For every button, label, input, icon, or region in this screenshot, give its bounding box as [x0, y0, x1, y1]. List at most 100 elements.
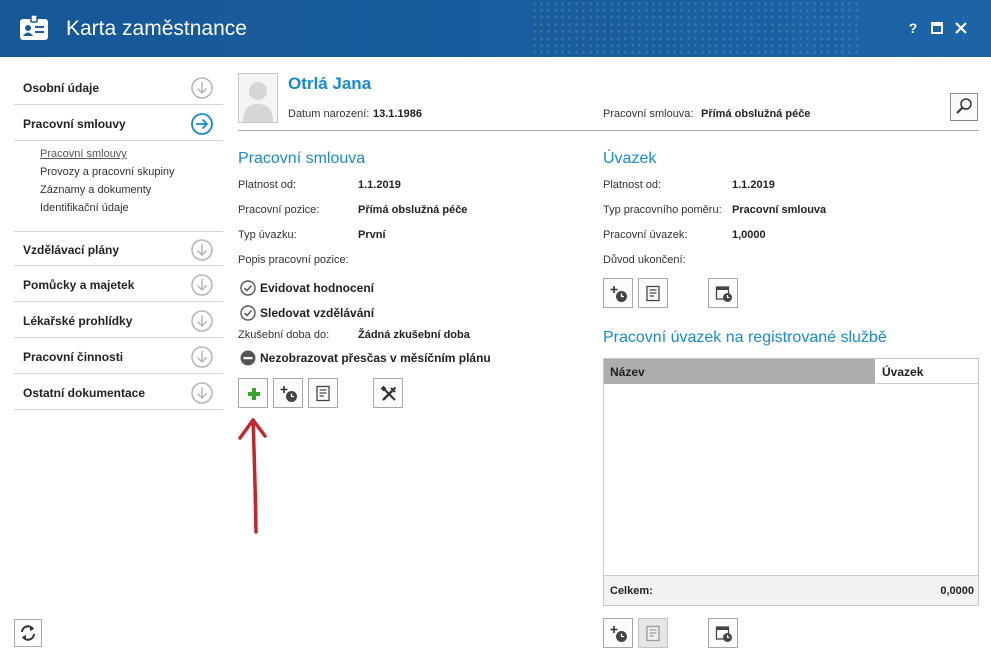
- birth-date-label: Datum narození:: [288, 108, 370, 120]
- contract-valid-from-label: Platnost od:: [238, 179, 297, 191]
- edit-contract-button[interactable]: [308, 378, 338, 408]
- column-header-load[interactable]: Úvazek: [876, 359, 978, 384]
- contract-section-title: Pracovní smlouva: [238, 150, 366, 167]
- title-bar: Karta zaměstnance ?: [0, 0, 991, 57]
- work-load-label: Pracovní úvazek:: [603, 229, 688, 241]
- add-contract-button[interactable]: [238, 378, 268, 408]
- arrow-down-circle-icon[interactable]: [191, 310, 213, 332]
- workload-type-label: Typ úvazku:: [238, 229, 297, 241]
- evaluation-label: Evidovat hodnocení: [260, 281, 375, 295]
- header-divider: [238, 130, 979, 131]
- tools-icon: [380, 385, 397, 401]
- maximize-icon: [931, 22, 943, 34]
- registered-service-table: Název Úvazek Celkem: 0,0000: [603, 358, 979, 606]
- arrow-down-circle-icon[interactable]: [191, 274, 213, 296]
- arrow-down-circle-icon[interactable]: [191, 346, 213, 368]
- minus-circle-icon: [240, 350, 256, 366]
- sidebar-item-ostatni[interactable]: Ostatní dokumentace: [14, 375, 223, 410]
- edit-registered-button[interactable]: [638, 618, 668, 648]
- subnav-provozy[interactable]: Provozy a pracovní skupiny: [40, 166, 175, 178]
- subnav-pracovni-smlouvy[interactable]: Pracovní smlouvy: [40, 148, 127, 160]
- sidebar-item-pracovni-smlouvy[interactable]: Pracovní smlouvy: [14, 106, 223, 141]
- termination-reason-label: Důvod ukončení:: [603, 254, 686, 266]
- refresh-button[interactable]: [14, 619, 42, 647]
- sidebar-item-pomucky[interactable]: Pomůcky a majetek: [14, 267, 223, 302]
- search-button[interactable]: [950, 93, 978, 121]
- arrow-down-circle-icon[interactable]: [191, 382, 213, 404]
- column-header-load-label: Úvazek: [882, 365, 924, 379]
- employment-type-value: Pracovní smlouva: [732, 204, 827, 216]
- calendar-clock-icon: [715, 286, 732, 302]
- employee-name: Otrlá Jana: [288, 74, 372, 93]
- header-contract-value: Přímá obslužná péče: [701, 108, 811, 120]
- trial-period-value: Žádná zkušební doba: [358, 329, 470, 341]
- edit-workload-button[interactable]: [638, 278, 668, 308]
- plus-icon: [248, 388, 260, 400]
- sidebar-item-label: Pracovní činnosti: [23, 350, 124, 364]
- workload-history-button[interactable]: [708, 278, 738, 308]
- add-clock-icon: [610, 626, 627, 642]
- add-clock-icon: [610, 286, 627, 302]
- header-contract-label: Pracovní smlouva:: [603, 108, 694, 120]
- document-edit-icon: [646, 625, 660, 642]
- sidebar-item-vzdelavaci-plany[interactable]: Vzdělávací plány: [14, 231, 223, 266]
- contract-valid-from-value: 1.1.2019: [358, 179, 401, 191]
- work-load-value: 1,0000: [732, 229, 766, 241]
- close-button[interactable]: [953, 20, 969, 36]
- table-header: Název Úvazek: [604, 359, 978, 384]
- registered-section-title: Pracovní úvazek na registrované službě: [603, 329, 887, 346]
- arrow-down-circle-icon[interactable]: [191, 77, 213, 99]
- arrow-right-circle-icon[interactable]: [191, 113, 213, 135]
- total-label: Celkem:: [610, 585, 653, 597]
- annotation-arrow: [238, 418, 267, 534]
- sidebar-item-label: Ostatní dokumentace: [23, 386, 146, 400]
- add-registered-history-button[interactable]: [603, 618, 633, 648]
- employee-photo: [238, 73, 278, 123]
- help-button[interactable]: ?: [905, 20, 921, 36]
- titlebar-pattern: [531, 0, 861, 57]
- table-footer: Celkem: 0,0000: [604, 575, 978, 605]
- workload-valid-from-label: Platnost od:: [603, 179, 662, 191]
- calendar-clock-icon: [715, 626, 732, 642]
- add-history-button[interactable]: [273, 378, 303, 408]
- education-label: Sledovat vzdělávání: [260, 306, 375, 320]
- sidebar-item-label: Lékařské prohlídky: [23, 314, 133, 328]
- position-value: Přímá obslužná péče: [358, 204, 468, 216]
- employee-card-icon: [20, 15, 48, 40]
- sidebar-item-label: Pracovní smlouvy: [23, 117, 126, 131]
- search-icon: [956, 98, 972, 114]
- column-header-name-label: Název: [610, 365, 645, 379]
- registered-history-button[interactable]: [708, 618, 738, 648]
- overtime-label: Nezobrazovat přesčas v měsíčním plánu: [260, 351, 491, 365]
- employment-type-label: Typ pracovního poměru:: [603, 204, 722, 216]
- tools-button[interactable]: [373, 378, 403, 408]
- position-label: Pracovní pozice:: [238, 204, 320, 216]
- column-header-name[interactable]: Název: [604, 359, 876, 384]
- check-circle-icon: [240, 305, 256, 321]
- subnav-identifikacni[interactable]: Identifikační údaje: [40, 202, 129, 214]
- birth-date-value: 13.1.1986: [373, 108, 422, 120]
- maximize-button[interactable]: [929, 20, 945, 36]
- refresh-icon: [21, 625, 35, 641]
- window-title: Karta zaměstnance: [66, 17, 247, 40]
- arrow-down-circle-icon[interactable]: [191, 239, 213, 261]
- position-description-label: Popis pracovní pozice:: [238, 254, 349, 266]
- check-circle-icon: [240, 280, 256, 296]
- subnav-zaznamy[interactable]: Záznamy a dokumenty: [40, 184, 151, 196]
- workload-section-title: Úvazek: [603, 150, 657, 167]
- sidebar-item-label: Pomůcky a majetek: [23, 278, 135, 292]
- add-clock-icon: [280, 386, 297, 402]
- sidebar-item-label: Vzdělávací plány: [23, 243, 120, 257]
- document-edit-icon: [316, 385, 330, 402]
- sidebar-item-osobni-udaje[interactable]: Osobní údaje: [14, 70, 223, 105]
- workload-type-value: První: [358, 229, 386, 241]
- sidebar-item-lekarske[interactable]: Lékařské prohlídky: [14, 303, 223, 338]
- person-silhouette-icon: [243, 82, 273, 122]
- close-icon: [955, 22, 967, 34]
- sidebar-item-label: Osobní údaje: [23, 81, 100, 95]
- sidebar-item-pracovni-cinnosti[interactable]: Pracovní činnosti: [14, 339, 223, 374]
- add-workload-history-button[interactable]: [603, 278, 633, 308]
- document-edit-icon: [646, 285, 660, 302]
- trial-period-label: Zkušební doba do:: [238, 329, 330, 341]
- workload-valid-from-value: 1.1.2019: [732, 179, 775, 191]
